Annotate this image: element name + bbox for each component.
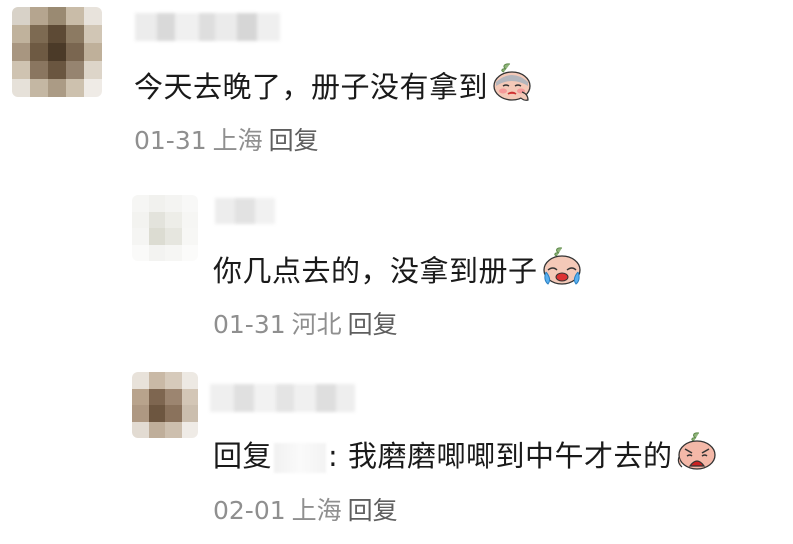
avatar[interactable] bbox=[132, 372, 198, 438]
anguished-face-icon bbox=[675, 431, 719, 479]
comment-location: 上海 bbox=[291, 496, 342, 525]
comment-text-content: : 我磨磨唧唧到中午才去的 bbox=[328, 439, 673, 473]
comment-meta: 02-01 上海 回复 bbox=[213, 496, 404, 526]
mentioned-user[interactable] bbox=[274, 443, 327, 473]
reply-button[interactable]: 回复 bbox=[348, 496, 398, 525]
username[interactable] bbox=[210, 384, 355, 412]
comment-item: 回复 : 我磨磨唧唧到中午才去的 02-01 上海 回复 bbox=[0, 0, 793, 544]
comment-date: 02-01 bbox=[213, 496, 286, 525]
reply-prefix: 回复 bbox=[213, 439, 273, 473]
comment-text: 回复 : 我磨磨唧唧到中午才去的 bbox=[213, 432, 719, 479]
